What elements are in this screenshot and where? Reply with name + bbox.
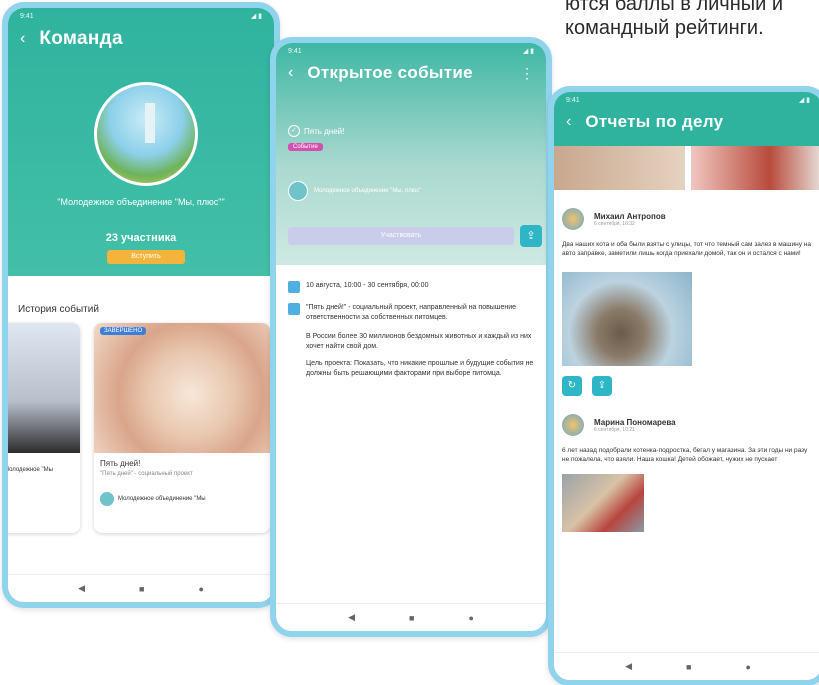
event-desc-1: "Пять дней!" - социальный проект, направ… [306,304,517,321]
event-name: Пять дней! [304,126,345,136]
members-count: 23 участника [105,232,177,244]
stage: ются баллы в личный и командный рейтинги… [0,0,819,685]
back-icon[interactable]: ‹ [288,65,293,81]
participate-button[interactable]: Участвовать [288,227,514,245]
event-screen: 9:41 ◢ ▮ ‹ Открытое событие ⋮ ✓ Пять дне… [270,37,552,637]
system-navbar: ◀ ■ ● [554,652,819,680]
status-time: 9:41 [20,12,34,20]
reports-screen: 9:41 ◢ ▮ ‹ Отчеты по делу Михаил Антропо… [548,86,819,685]
status-bar: 9:41 ◢ ▮ [276,43,546,59]
event-org-name: Молодежное объединение "Мы [118,496,206,502]
page-title: Открытое событие [307,63,473,82]
avatar [562,208,584,230]
nav-back-icon[interactable]: ◀ [348,612,355,623]
event-description: В России более 30 миллионов бездомных жи… [288,332,534,378]
event-desc: "Пять дней" - социальный проект [100,471,193,477]
report-item: Марина Пономарева 6 сентября, 10:21 6 ле… [554,396,819,532]
status-signal-icon: ◢ ▮ [250,13,262,20]
report-time: 6 сентября, 10:21 [594,426,635,433]
nav-recent-icon[interactable]: ● [745,662,750,672]
author-name: Марина Пономарева [594,417,676,427]
status-time: 9:41 [288,47,302,55]
report-photo[interactable] [562,272,692,366]
team-screen: 9:41 ◢ ▮ ‹ Команда "Молодежное объединен… [2,2,280,608]
report-item: Михаил Антропов 6 сентября, 10:32 Два на… [554,190,819,396]
history-title: История событий [18,304,99,315]
team-header: 9:41 ◢ ▮ ‹ Команда "Молодежное объединен… [8,8,274,276]
team-avatar [94,82,198,186]
system-navbar: ◀ ■ ● [276,603,546,631]
event-card[interactable]: ЗАВЕРШЕНО Пять дней! "Пять дней" - социа… [94,323,270,533]
event-header: 9:41 ◢ ▮ ‹ Открытое событие ⋮ ✓ Пять дне… [276,43,546,265]
nav-back-icon[interactable]: ◀ [78,583,85,594]
event-type-badge: Событие [288,143,323,151]
nav-home-icon[interactable]: ■ [139,584,144,594]
event-title: Пять дней! [100,459,141,468]
report-author: Михаил Антропов 6 сентября, 10:32 [562,208,814,230]
share-icon[interactable]: ⇪ [592,376,612,396]
status-signal-icon: ◢ ▮ [798,97,810,104]
report-photo[interactable] [554,146,685,190]
event-appbar: ‹ Открытое событие ⋮ [276,59,546,87]
nav-home-icon[interactable]: ■ [686,662,691,672]
report-actions: ↻ ⇪ [562,376,814,396]
status-bar: 9:41 ◢ ▮ [8,8,274,24]
document-icon [288,303,300,315]
event-card[interactable]: Молодежное "Мы [4,323,80,533]
reports-appbar: ‹ Отчеты по делу [554,108,819,136]
report-photo[interactable] [691,146,819,190]
event-body: 10 августа, 10:00 - 30 сентября, 00:00 "… [276,265,546,378]
event-desc-row: "Пять дней!" - социальный проект, направ… [288,303,534,322]
event-org: Молодежное "Мы [4,453,80,473]
calendar-icon [288,281,300,293]
windmill-icon [145,103,155,143]
team-appbar: ‹ Команда [8,24,274,54]
nav-back-icon[interactable]: ◀ [625,661,632,672]
share-icon[interactable]: ⇪ [520,225,542,247]
author-name: Михаил Антропов [594,211,666,221]
event-desc-3: Цель проекта: Показать, что никакие прош… [306,360,534,377]
nav-recent-icon[interactable]: ● [198,584,203,594]
event-org-row[interactable]: Молодежное объединение "Мы, плюс" [288,181,538,201]
event-image [94,323,270,453]
report-author: Марина Пономарева 6 сентября, 10:21 [562,414,814,436]
event-name-row: ✓ Пять дней! [288,125,344,137]
report-text: Два наших кота и оба были взяты с улицы,… [562,241,812,257]
org-avatar [288,181,308,201]
page-title: Отчеты по делу [585,112,724,131]
report-gallery [554,146,819,190]
status-badge: ЗАВЕРШЕНО [100,327,147,335]
event-org: Молодежное объединение "Мы [94,478,270,506]
system-navbar: ◀ ■ ● [8,574,274,602]
more-icon[interactable]: ⋮ [520,65,534,82]
event-desc-2: В России более 30 миллионов бездомных жи… [306,333,532,350]
org-avatar [100,492,114,506]
team-name: "Молодежное объединение "Мы, плюс"" [57,197,225,207]
avatar [562,414,584,436]
reports-header: 9:41 ◢ ▮ ‹ Отчеты по делу [554,92,819,146]
event-image [8,323,80,453]
event-cards: Молодежное "Мы ЗАВЕРШЕНО Пять дней! "Пят… [8,323,274,543]
event-org-name: Молодежное "Мы [4,467,53,473]
caption: ются баллы в личный и командный рейтинги… [565,0,784,39]
back-icon[interactable]: ‹ [566,114,571,130]
report-photo[interactable] [562,474,644,532]
report-text: 6 лет назад подобрали котенка-подростка,… [562,447,808,463]
event-dates-row: 10 августа, 10:00 - 30 сентября, 00:00 [288,281,534,293]
back-icon[interactable]: ‹ [20,31,25,47]
check-icon: ✓ [288,125,300,137]
report-time: 6 сентября, 10:32 [594,220,635,227]
status-signal-icon: ◢ ▮ [522,48,534,55]
event-org-name: Молодежное объединение "Мы, плюс" [314,188,422,194]
status-bar: 9:41 ◢ ▮ [554,92,819,108]
join-team-button[interactable]: Вступить [107,250,185,264]
nav-recent-icon[interactable]: ● [468,613,473,623]
status-time: 9:41 [566,96,580,104]
nav-home-icon[interactable]: ■ [409,613,414,623]
like-icon[interactable]: ↻ [562,376,582,396]
page-title: Команда [39,28,123,49]
event-dates: 10 августа, 10:00 - 30 сентября, 00:00 [306,282,429,289]
